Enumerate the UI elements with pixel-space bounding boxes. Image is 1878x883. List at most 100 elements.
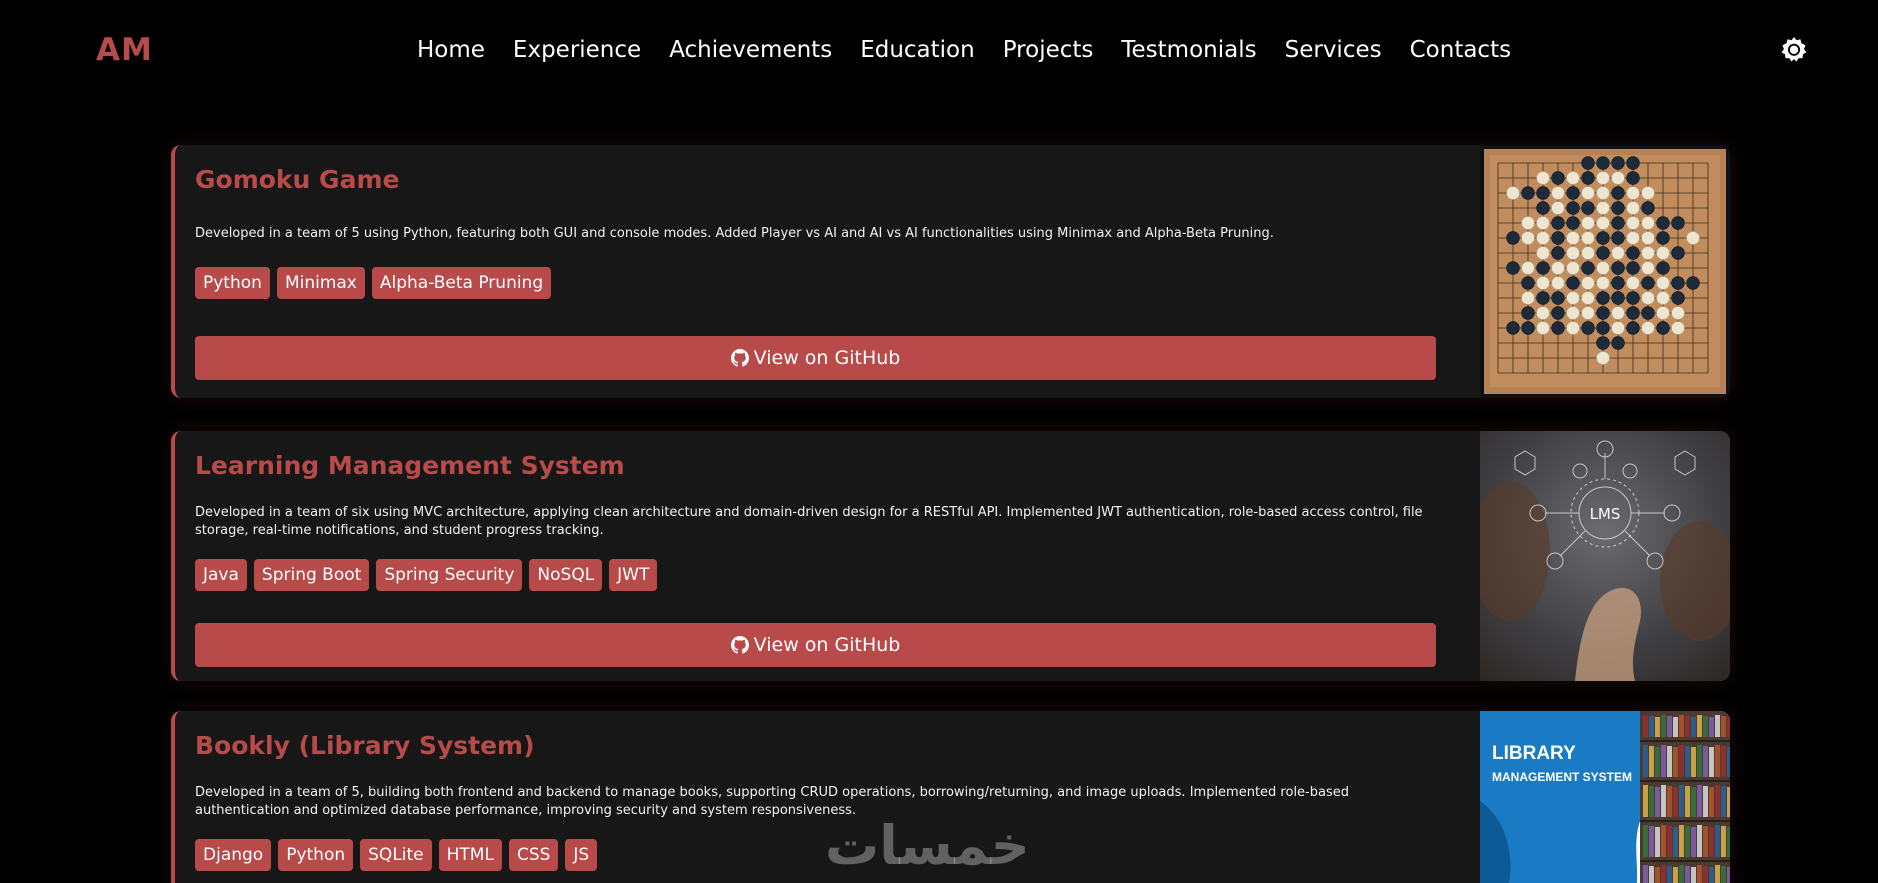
github-button[interactable]: View on GitHub [195,623,1436,667]
book-spine [1715,865,1720,883]
white-stone [1536,321,1550,335]
black-stone [1611,261,1625,275]
book-spine [1721,866,1726,883]
book-spine [1649,716,1654,737]
white-stone [1581,246,1595,260]
black-stone [1611,156,1625,170]
tag: SQLite [360,839,432,871]
black-stone [1626,261,1640,275]
tag: NoSQL [529,559,603,591]
white-stone [1611,246,1625,260]
book-spine [1661,785,1666,817]
project-tags: Django Python SQLite HTML CSS JS [195,839,598,871]
nav-item-contacts[interactable]: Contacts [1410,37,1511,63]
white-stone [1566,291,1580,305]
tag: JWT [609,559,658,591]
book-spine [1727,827,1730,857]
book-spine [1697,825,1702,857]
black-stone [1521,276,1535,290]
black-stone [1551,246,1565,260]
book-spine [1673,717,1678,737]
nav-item-experience[interactable]: Experience [513,37,641,63]
white-stone [1581,216,1595,230]
library-system-image: LIBRARY MANAGEMENT SYSTEM [1480,711,1730,883]
black-stone [1596,336,1610,350]
black-stone [1596,156,1610,170]
nav-item-education[interactable]: Education [860,37,975,63]
book-spine [1655,717,1660,737]
book-spine [1709,827,1714,857]
black-stone [1671,291,1685,305]
black-stone [1596,231,1610,245]
book-spine [1667,866,1672,883]
black-stone [1551,306,1565,320]
github-button[interactable]: View on GitHub [195,336,1436,380]
nav-item-projects[interactable]: Projects [1003,37,1094,63]
white-stone [1596,216,1610,230]
white-stone [1581,306,1595,320]
book-spine [1655,867,1660,883]
book-spine [1667,786,1672,817]
black-stone [1611,216,1625,230]
black-stone [1626,291,1640,305]
white-stone [1626,231,1640,245]
black-stone [1596,306,1610,320]
book-spine [1709,747,1714,777]
book-spine [1727,867,1730,883]
book-spine [1703,826,1708,857]
book-spine [1655,747,1660,777]
white-stone [1641,246,1655,260]
white-stone [1581,231,1595,245]
black-stone [1611,276,1625,290]
nav-item-testmonials[interactable]: Testmonials [1121,37,1256,63]
book-spine [1685,866,1690,883]
nav-item-achievements[interactable]: Achievements [669,37,832,63]
book-spine [1685,786,1690,817]
book-spine [1685,746,1690,777]
white-stone [1641,261,1655,275]
book-spine [1655,827,1660,857]
gear-icon[interactable] [1780,36,1808,64]
book-spine [1715,715,1720,737]
nav-item-services[interactable]: Services [1285,37,1382,63]
book-spine [1691,787,1696,817]
white-stone [1596,171,1610,185]
nav-item-home[interactable]: Home [417,37,485,63]
github-button-label: View on GitHub [753,634,901,656]
white-stone [1596,276,1610,290]
black-stone [1536,291,1550,305]
book-spine [1679,785,1684,817]
black-stone [1626,246,1640,260]
black-stone [1671,216,1685,230]
github-icon [730,636,749,654]
white-stone [1671,321,1685,335]
white-stone [1581,186,1595,200]
tag: Spring Boot [253,559,370,591]
library-image-title: LIBRARY [1492,743,1576,764]
black-stone [1551,171,1565,185]
book-spine [1649,746,1654,777]
white-stone [1656,246,1670,260]
book-spine [1667,746,1672,777]
tag: Spring Security [376,559,523,591]
black-stone [1686,276,1700,290]
book-spine [1673,827,1678,857]
book-spine [1643,865,1648,883]
project-description: Developed in a team of six using MVC arc… [195,505,1423,538]
book-spine [1655,787,1660,817]
logo[interactable]: AM [96,32,153,68]
tag: Django [195,839,272,871]
black-stone [1611,291,1625,305]
black-stone [1656,261,1670,275]
book-spine [1643,825,1648,857]
white-stone [1641,231,1655,245]
book-spine [1709,867,1714,883]
project-description: Developed in a team of 5 using Python, f… [195,226,1274,241]
book-spine [1703,786,1708,817]
black-stone [1596,291,1610,305]
white-stone [1641,321,1655,335]
white-stone [1656,291,1670,305]
tag: Python [195,267,270,299]
book-spine [1649,866,1654,883]
white-stone [1641,216,1655,230]
